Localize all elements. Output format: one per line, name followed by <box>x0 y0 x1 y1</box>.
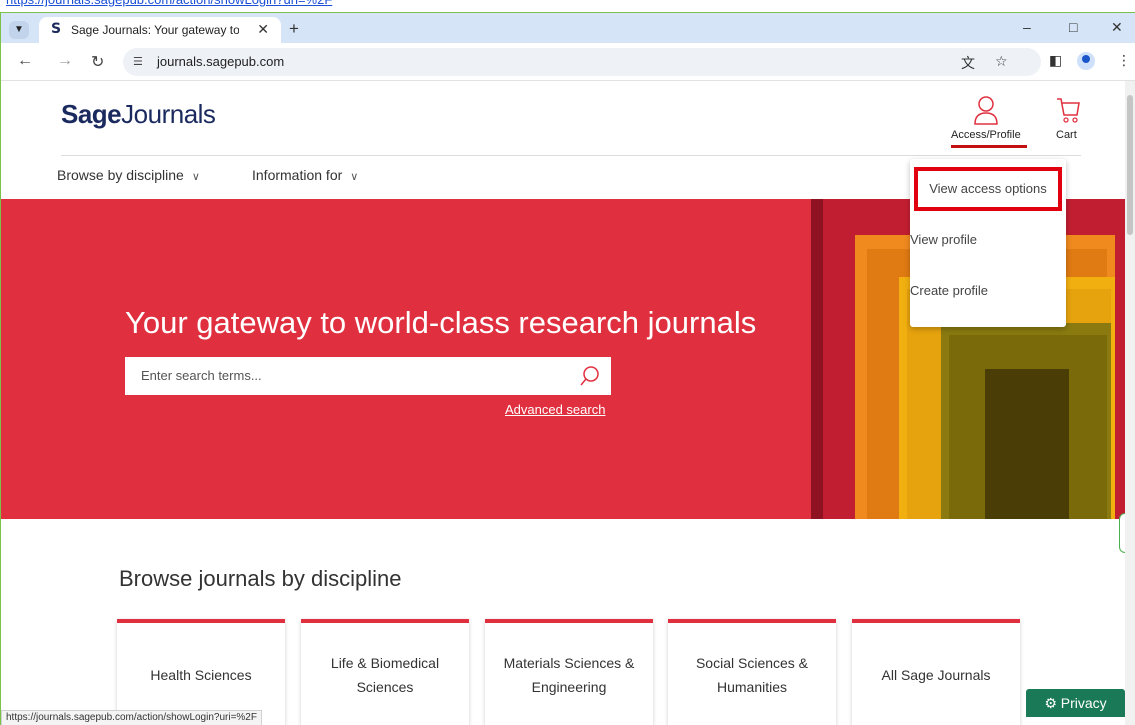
forward-icon[interactable]: → <box>57 52 73 70</box>
cart-icon[interactable] <box>1055 95 1081 125</box>
search-input[interactable]: Enter search terms... <box>125 357 611 395</box>
privacy-button[interactable]: ⚙ Privacy <box>1026 689 1125 717</box>
card-label: Materials Sciences & Engineering <box>503 655 635 695</box>
discipline-card-all-sage-journals[interactable]: All Sage Journals <box>852 619 1020 725</box>
tab-title: Sage Journals: Your gateway to <box>71 23 239 37</box>
tab-search-button[interactable]: ▼ <box>9 21 29 39</box>
privacy-label: Privacy <box>1060 695 1107 711</box>
deco-frame-7 <box>985 369 1069 519</box>
url-text: journals.sagepub.com <box>157 54 285 69</box>
profile-avatar-icon[interactable] <box>1077 52 1095 70</box>
card-label: Health Sciences <box>150 667 252 683</box>
site-info-icon[interactable]: ☰ <box>133 55 143 68</box>
star-icon[interactable]: ☆ <box>995 53 1008 70</box>
scrollbar-thumb[interactable] <box>1127 95 1133 235</box>
discipline-card-life-biomedical[interactable]: Life & Biomedical Sciences <box>301 619 469 725</box>
translate-icon[interactable]: 文 <box>961 53 975 73</box>
nav-browse-by-discipline[interactable]: Browse by discipline ∨ <box>57 167 200 183</box>
close-window-icon[interactable]: ✕ <box>1111 19 1123 36</box>
back-icon[interactable]: ← <box>17 52 33 70</box>
cart-label[interactable]: Cart <box>1056 129 1077 141</box>
hero-deco-shadow <box>811 199 823 519</box>
advanced-search-link[interactable]: Advanced search <box>505 402 605 417</box>
page-scrollbar[interactable] <box>1125 81 1135 725</box>
access-profile-label[interactable]: Access/Profile <box>951 129 1021 141</box>
browse-section-title: Browse journals by discipline <box>119 566 402 591</box>
chevron-down-icon: ∨ <box>350 171 359 183</box>
sage-favicon-icon: S <box>51 21 62 37</box>
minimize-icon[interactable]: – <box>1023 19 1031 35</box>
user-icon[interactable] <box>973 95 999 125</box>
header-divider <box>61 155 1081 156</box>
nav-label: Information for <box>252 167 343 183</box>
menu-kebab-icon[interactable]: ⋮ <box>1117 52 1131 69</box>
tab-close-icon[interactable]: ✕ <box>257 21 269 38</box>
search-placeholder: Enter search terms... <box>141 368 262 383</box>
logo-bold-text: Sage <box>61 99 122 129</box>
browser-window: ▼ S Sage Journals: Your gateway to ✕ + –… <box>0 12 1135 725</box>
screen: https://journals.sagepub.com/action/show… <box>0 0 1135 725</box>
access-profile-underline <box>951 145 1027 148</box>
dropdown-item-view-access-options[interactable]: View access options <box>910 181 1066 196</box>
discipline-card-social-sciences[interactable]: Social Sciences & Humanities <box>668 619 836 725</box>
new-tab-icon[interactable]: + <box>289 19 299 39</box>
top-link-strip: https://journals.sagepub.com/action/show… <box>0 0 1135 12</box>
nav-label: Browse by discipline <box>57 167 184 183</box>
active-tab[interactable]: S Sage Journals: Your gateway to ✕ <box>39 17 281 43</box>
top-link-fragment[interactable]: https://journals.sagepub.com/action/show… <box>6 0 332 7</box>
tab-bar: ▼ S Sage Journals: Your gateway to ✕ + –… <box>1 13 1135 43</box>
hero-title: Your gateway to world-class research jou… <box>125 305 757 340</box>
side-panel-icon[interactable]: ◧ <box>1049 52 1062 69</box>
card-label: All Sage Journals <box>881 667 991 683</box>
dropdown-item-view-profile[interactable]: View profile <box>910 232 977 247</box>
discipline-card-materials-sciences[interactable]: Materials Sciences & Engineering <box>485 619 653 725</box>
card-label: Social Sciences & Humanities <box>695 655 809 695</box>
maximize-icon[interactable]: □ <box>1069 19 1077 35</box>
nav-information-for[interactable]: Information for ∨ <box>252 167 358 183</box>
gear-icon: ⚙ <box>1044 695 1057 711</box>
address-bar: ← → ↻ ☰ journals.sagepub.com 文 ☆ ◧ ⋮ <box>1 43 1135 81</box>
sage-journals-logo[interactable]: SageJournals <box>61 99 216 130</box>
card-label: Life & Biomedical Sciences <box>330 655 440 695</box>
access-profile-dropdown: View access options View profile Create … <box>910 159 1066 327</box>
chevron-down-icon: ∨ <box>191 171 200 183</box>
link-status-bar: https://journals.sagepub.com/action/show… <box>1 710 262 725</box>
page-viewport: SageJournals Access/Profile Cart Browse … <box>1 81 1135 725</box>
dropdown-item-create-profile[interactable]: Create profile <box>910 283 988 298</box>
reload-icon[interactable]: ↻ <box>91 52 104 72</box>
url-field[interactable]: ☰ journals.sagepub.com 文 ☆ <box>123 48 1041 76</box>
logo-rest-text: Journals <box>121 99 216 129</box>
search-icon[interactable] <box>579 365 601 387</box>
